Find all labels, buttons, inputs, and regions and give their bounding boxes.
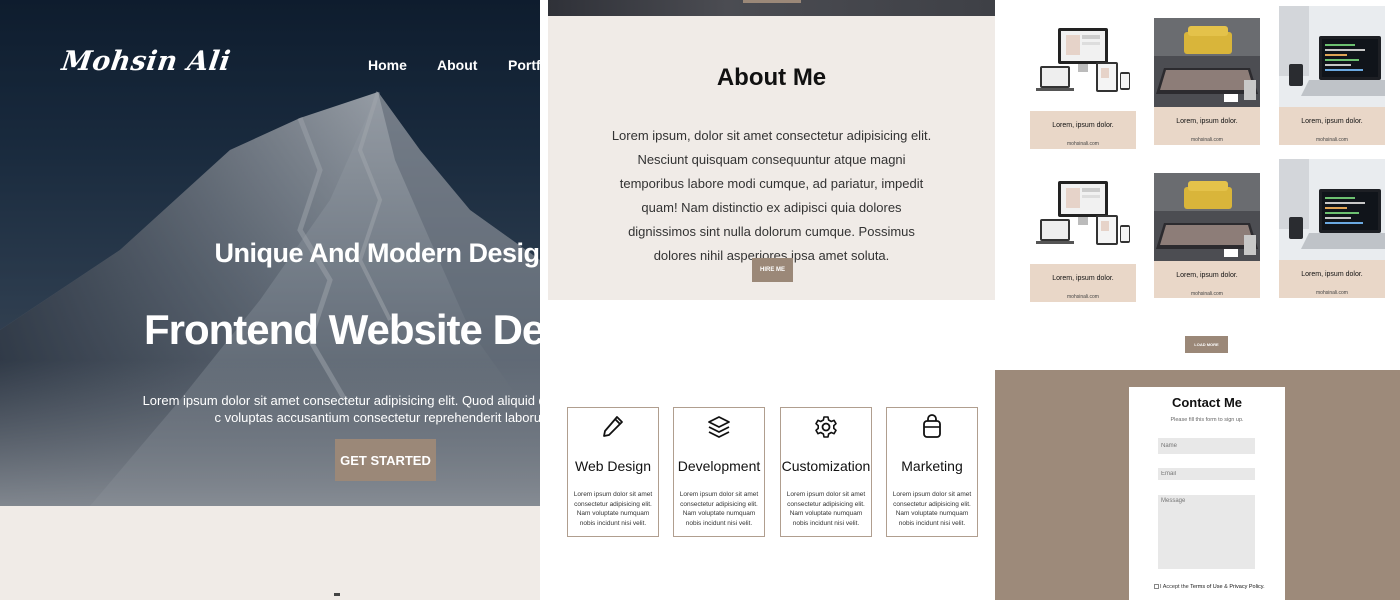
load-more-button[interactable]: LOAD MORE — [1185, 336, 1228, 353]
main-nav: Home About Portfoli — [368, 57, 540, 73]
name-field[interactable] — [1158, 438, 1255, 454]
terms-prefix: I Accept the — [1160, 584, 1191, 590]
portfolio-caption: Lorem, ipsum dolor. — [1301, 118, 1363, 125]
laptop-desk-image — [1154, 173, 1260, 261]
about-text: Lorem ipsum, dolor sit amet consectetur … — [611, 128, 932, 263]
service-title: Marketing — [901, 458, 963, 474]
bag-icon — [923, 414, 941, 438]
terms-of-use-link[interactable]: Terms of Use — [1190, 584, 1222, 590]
service-card[interactable]: Marketing Lorem ipsum dolor sit amet con… — [886, 407, 978, 537]
hero-subtitle: Unique And Modern Design — [214, 238, 541, 268]
nav-about[interactable]: About — [437, 57, 508, 73]
portfolio-card[interactable]: Lorem, ipsum dolor. mohsinali.com — [1154, 18, 1260, 145]
header-image-strip — [548, 0, 995, 16]
about-section: About Me Lorem ipsum, dolor sit amet con… — [548, 16, 995, 300]
service-card[interactable]: Web Design Lorem ipsum dolor sit amet co… — [567, 407, 659, 537]
portfolio-site: mohsinali.com — [1067, 141, 1099, 147]
portfolio-card[interactable]: Lorem, ipsum dolor. mohsinali.com — [1030, 18, 1136, 149]
portfolio-caption: Lorem, ipsum dolor. — [1052, 122, 1114, 129]
gear-icon — [815, 416, 837, 438]
pencil-icon — [603, 416, 623, 437]
privacy-policy-link[interactable]: Privacy Policy. — [1229, 584, 1264, 590]
service-card[interactable]: Customization Lorem ipsum dolor sit amet… — [780, 407, 872, 537]
portfolio-caption: Lorem, ipsum dolor. — [1301, 271, 1363, 278]
site-logo[interactable]: Mohsin Ali — [60, 46, 233, 77]
contact-title: Contact Me — [1171, 395, 1243, 410]
contact-section: Contact Me Please fill this form to sign… — [995, 370, 1400, 600]
portfolio-card[interactable]: Lorem, ipsum dolor. mohsinali.com — [1279, 6, 1385, 145]
devices-mockup-image — [1030, 18, 1136, 111]
services-section: Web Design Lorem ipsum dolor sit amet co… — [548, 300, 995, 600]
contact-subtitle: Please fill this form to sign up. — [1170, 417, 1244, 423]
about-title: About Me — [716, 64, 827, 91]
portfolio-site: mohsinali.com — [1316, 290, 1348, 296]
layers-icon — [708, 416, 730, 438]
hero-section: Mohsin Ali Home About Portfoli Unique An… — [0, 0, 540, 600]
service-text: Lorem ipsum dolor sit amet consectetur a… — [573, 491, 653, 527]
hero-title: Frontend Website Develop — [144, 306, 540, 353]
portfolio-site: mohsinali.com — [1191, 137, 1223, 143]
message-field[interactable] — [1158, 495, 1255, 569]
service-title: Customization — [781, 458, 871, 474]
service-text: Lorem ipsum dolor sit amet consectetur a… — [786, 491, 866, 527]
portfolio-card[interactable]: Lorem, ipsum dolor. mohsinali.com — [1030, 171, 1136, 302]
terms-checkbox[interactable] — [1154, 584, 1159, 590]
service-card[interactable]: Development Lorem ipsum dolor sit amet c… — [673, 407, 765, 537]
portfolio-site: mohsinali.com — [1191, 291, 1223, 297]
nav-portfolio[interactable]: Portfoli — [508, 57, 540, 73]
service-text: Lorem ipsum dolor sit amet consectetur a… — [892, 491, 972, 527]
laptop-desk-image — [1154, 18, 1260, 107]
portfolio-site: mohsinali.com — [1067, 294, 1099, 300]
portfolio-section: Lorem, ipsum dolor. mohsinali.com Lorem,… — [995, 0, 1400, 370]
devices-mockup-image — [1030, 171, 1136, 264]
service-title: Development — [677, 458, 761, 474]
code-laptop-image — [1279, 6, 1385, 107]
email-field[interactable] — [1158, 468, 1255, 480]
contact-form: Contact Me Please fill this form to sign… — [1129, 387, 1285, 600]
portfolio-site: mohsinali.com — [1316, 137, 1348, 143]
service-text: Lorem ipsum dolor sit amet consectetur a… — [679, 491, 759, 527]
get-started-button[interactable]: GET STARTED — [335, 439, 436, 481]
hire-me-button[interactable]: HIRE ME — [752, 258, 793, 282]
nav-home[interactable]: Home — [368, 57, 437, 73]
code-laptop-image — [1279, 159, 1385, 260]
service-title: Web Design — [574, 458, 651, 474]
portfolio-caption: Lorem, ipsum dolor. — [1176, 118, 1238, 125]
next-section-fragment — [334, 593, 340, 596]
portfolio-card[interactable]: Lorem, ipsum dolor. mohsinali.com — [1154, 173, 1260, 298]
portfolio-card[interactable]: Lorem, ipsum dolor. mohsinali.com — [1279, 159, 1385, 298]
portfolio-caption: Lorem, ipsum dolor. — [1176, 272, 1238, 279]
hero-description: Lorem ipsum dolor sit amet consectetur a… — [142, 393, 540, 425]
header-button-fragment — [743, 0, 801, 3]
portfolio-caption: Lorem, ipsum dolor. — [1052, 275, 1114, 282]
terms-row: I Accept the Terms of Use & Privacy Poli… — [1154, 584, 1265, 590]
